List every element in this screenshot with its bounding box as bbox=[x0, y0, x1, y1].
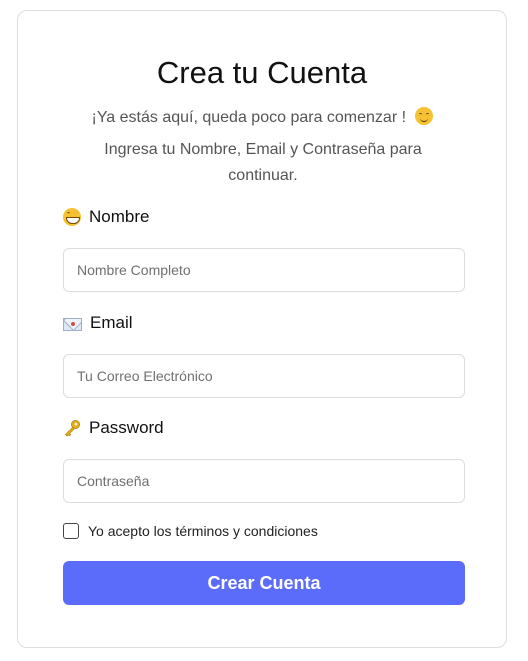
email-label-text: Email bbox=[90, 313, 133, 332]
signup-card: Crea tu Cuenta ¡Ya estás aquí, queda poc… bbox=[17, 10, 507, 648]
password-label-text: Password bbox=[89, 418, 164, 437]
password-input[interactable] bbox=[63, 459, 465, 503]
terms-label: Yo acepto los términos y condiciones bbox=[88, 523, 318, 539]
terms-row[interactable]: Yo acepto los términos y condiciones bbox=[63, 523, 318, 539]
email-label: Email bbox=[63, 313, 133, 333]
name-input[interactable] bbox=[63, 248, 465, 292]
name-label-text: Nombre bbox=[89, 207, 150, 226]
name-label: Nombre bbox=[63, 207, 149, 227]
subtitle: ¡Ya estás aquí, queda poco para comenzar… bbox=[18, 107, 506, 127]
envelope-icon bbox=[63, 317, 82, 331]
grinning-face-icon bbox=[63, 208, 81, 226]
instruction-text: Ingresa tu Nombre, Email y Contraseña pa… bbox=[104, 141, 422, 184]
subtitle-text: ¡Ya estás aquí, queda poco para comenzar… bbox=[91, 109, 407, 126]
smiling-face-icon bbox=[414, 107, 433, 125]
page-title: Crea tu Cuenta bbox=[156, 55, 368, 90]
create-account-button[interactable]: Crear Cuenta bbox=[63, 561, 465, 605]
key-icon bbox=[63, 419, 81, 437]
terms-checkbox[interactable] bbox=[63, 523, 79, 539]
password-label: Password bbox=[63, 418, 164, 438]
email-input[interactable] bbox=[63, 354, 465, 398]
